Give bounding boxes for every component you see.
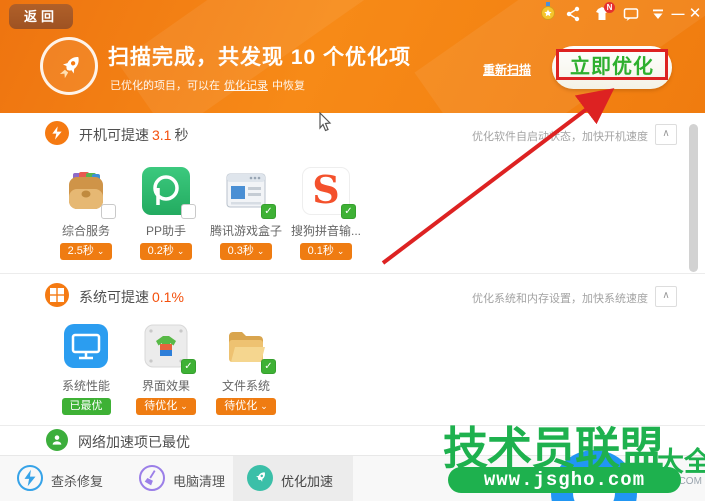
app-item-system-performance[interactable]: 系统性能 已最优 <box>46 322 126 415</box>
hero-header: 返回 N <box>0 0 705 113</box>
optimize-now-button[interactable]: 立即优化 <box>552 46 672 89</box>
network-user-icon <box>46 429 68 451</box>
app-label: PP助手 <box>126 222 206 239</box>
rescan-link[interactable]: 重新扫描 <box>483 61 531 78</box>
checkbox-checked[interactable]: ✓ <box>341 204 356 219</box>
badge-text: 已最优 <box>70 400 103 412</box>
app-label: 文件系统 <box>206 377 286 394</box>
feedback-icon[interactable] <box>623 6 641 22</box>
scrollbar-thumb[interactable] <box>689 124 698 272</box>
boot-value: 3.1 <box>152 127 171 143</box>
badge-dropdown-icon: ⌄ <box>180 401 188 411</box>
app-label: 综合服务 <box>46 222 126 239</box>
game-box-icon: ✓ <box>222 167 270 215</box>
status-badge-pending[interactable]: 待优化⌄ <box>136 398 196 415</box>
tab-label: 电脑清理 <box>173 471 225 490</box>
status-badge-pending[interactable]: 待优化⌄ <box>216 398 276 415</box>
app-item-zonghefuwu[interactable]: 综合服务 2.5秒⌄ <box>46 167 126 260</box>
monitor-icon <box>62 322 110 370</box>
boot-section-title: 开机可提速3.1秒 <box>79 125 188 145</box>
watermark-title: 技术员联盟 <box>443 426 663 471</box>
badge-dropdown-icon: ⌄ <box>337 246 345 256</box>
time-badge[interactable]: 0.1秒⌄ <box>300 243 353 260</box>
sogou-icon: S ✓ <box>302 167 350 215</box>
lightning-icon <box>45 121 69 145</box>
badge-text: 待优化 <box>144 400 177 412</box>
pp-assistant-icon <box>142 167 190 215</box>
system-title-text: 系统可提速 <box>79 289 149 305</box>
app-label: 系统性能 <box>46 377 126 394</box>
time-badge[interactable]: 0.2秒⌄ <box>140 243 193 260</box>
folder-icon: ✓ <box>222 322 270 370</box>
badge-dropdown-icon: ⌄ <box>177 246 185 256</box>
boot-section-hint: 优化软件自启动状态，加快开机速度 <box>472 128 648 144</box>
wallet-icon <box>62 167 110 215</box>
app-item-tencent-gamebox[interactable]: ✓ 腾讯游戏盒子 0.3秒⌄ <box>206 167 286 260</box>
time-badge[interactable]: 2.5秒⌄ <box>60 243 113 260</box>
broom-icon <box>139 465 165 491</box>
time-badge[interactable]: 0.3秒⌄ <box>220 243 273 260</box>
checkbox-unchecked[interactable] <box>101 204 116 219</box>
checkbox-checked[interactable]: ✓ <box>261 204 276 219</box>
section-divider <box>0 273 705 274</box>
badge-dropdown-icon: ⌄ <box>97 246 105 256</box>
system-section-title: 系统可提速0.1% <box>79 287 187 307</box>
checkbox-checked[interactable]: ✓ <box>181 359 196 374</box>
scan-result-title: 扫描完成，共发现 10 个优化项 <box>108 41 411 71</box>
system-section-hint: 优化系统和内存设置，加快系统速度 <box>472 290 648 306</box>
app-item-sogou-pinyin[interactable]: S ✓ 搜狗拼音输... 0.1秒⌄ <box>286 167 366 260</box>
scan-result-subtitle: 已优化的项目，可以在优化记录中恢复 <box>110 77 305 93</box>
minimize-icon[interactable]: — <box>669 6 687 22</box>
app-label: 腾讯游戏盒子 <box>206 222 286 239</box>
repair-lightning-icon <box>17 465 43 491</box>
tab-optimize-speedup[interactable]: 优化加速 <box>233 456 353 501</box>
notification-badge: N <box>604 2 615 13</box>
share-icon[interactable] <box>565 6 583 22</box>
network-section-title: 网络加速项已最优 <box>78 432 190 452</box>
boot-collapse-button[interactable]: ∧ <box>655 124 677 145</box>
rocket-tab-icon <box>247 465 273 491</box>
medal-icon[interactable] <box>539 2 557 18</box>
boot-unit: 秒 <box>174 127 188 143</box>
badge-text: 0.3秒 <box>228 245 254 257</box>
badge-text: 2.5秒 <box>68 245 94 257</box>
app-item-file-system[interactable]: ✓ 文件系统 待优化⌄ <box>206 322 286 415</box>
tab-label: 优化加速 <box>281 471 333 490</box>
tab-pc-cleanup[interactable]: 电脑清理 <box>116 456 233 501</box>
app-label: 界面效果 <box>126 377 206 394</box>
optimizer-window: 返回 N <box>0 0 705 501</box>
gift-icon[interactable]: N <box>594 6 612 22</box>
content-area: 开机可提速3.1秒 优化软件自启动状态，加快开机速度 ∧ 综合服务 2.5秒⌄ <box>0 113 705 455</box>
badge-dropdown-icon: ⌄ <box>257 246 265 256</box>
windows-grid-icon <box>45 283 69 307</box>
boot-title-text: 开机可提速 <box>79 127 149 143</box>
menu-caret-icon[interactable] <box>650 6 668 22</box>
rocket-icon <box>40 37 98 95</box>
checkbox-checked[interactable]: ✓ <box>261 359 276 374</box>
badge-text: 待优化 <box>224 400 257 412</box>
ui-effects-icon: ✓ <box>142 322 190 370</box>
badge-text: 0.1秒 <box>308 245 334 257</box>
status-badge-optimal: 已最优 <box>62 398 111 415</box>
app-label: 搜狗拼音输... <box>286 222 366 239</box>
checkbox-unchecked[interactable] <box>181 204 196 219</box>
tab-scan-repair[interactable]: 查杀修复 <box>0 456 116 501</box>
badge-dropdown-icon: ⌄ <box>260 401 268 411</box>
app-item-ui-effects[interactable]: ✓ 界面效果 待优化⌄ <box>126 322 206 415</box>
close-icon[interactable]: ✕ <box>686 6 704 22</box>
badge-text: 0.2秒 <box>148 245 174 257</box>
system-collapse-button[interactable]: ∧ <box>655 286 677 307</box>
watermark-url: www.jsgho.com <box>448 467 681 493</box>
tab-label: 查杀修复 <box>51 471 103 490</box>
subtitle-suffix: 中恢复 <box>272 80 305 92</box>
system-value: 0.1% <box>152 289 184 305</box>
back-button[interactable]: 返回 <box>9 4 73 29</box>
subtitle-prefix: 已优化的项目，可以在 <box>110 80 220 92</box>
app-item-pp-zhushou[interactable]: PP助手 0.2秒⌄ <box>126 167 206 260</box>
optimize-history-link[interactable]: 优化记录 <box>224 80 268 92</box>
